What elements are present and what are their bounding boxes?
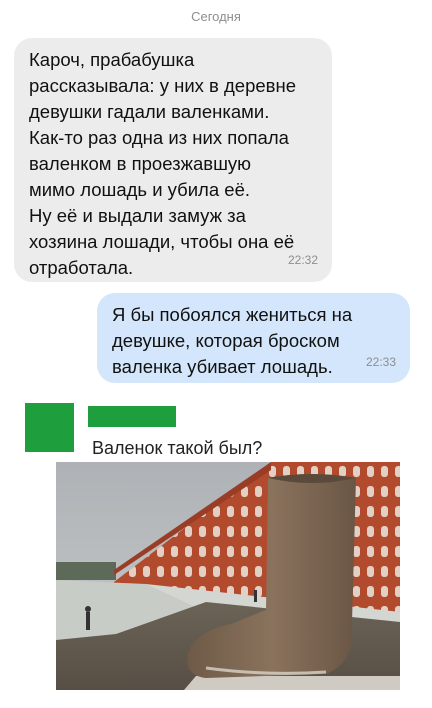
outgoing-message-bubble[interactable]: Я бы побоялся жениться на девушке, котор…	[97, 293, 410, 383]
date-divider: Сегодня	[191, 9, 241, 24]
message-line: отработала.	[29, 257, 134, 278]
message-line: девушки гадали валенками.	[29, 101, 270, 122]
message-line: Кароч, прабабушка	[29, 49, 195, 70]
incoming-message-bubble[interactable]: Кароч, прабабушка рассказывала: у них в …	[14, 38, 332, 282]
avatar[interactable]	[25, 403, 74, 452]
message-line: мимо лошадь и убила её.	[29, 179, 250, 200]
message-line: девушке, которая броском	[112, 330, 340, 351]
message-line: Ну её и выдали замуж за	[29, 205, 246, 226]
message-line: хозяина лошади, чтобы она её	[29, 231, 295, 252]
username-redaction[interactable]	[88, 406, 176, 427]
message-line: валенком в проезжавшую	[29, 153, 252, 174]
message-timestamp: 22:33	[365, 355, 396, 369]
message-timestamp: 22:32	[287, 253, 318, 267]
comment-text: Валенок такой был?	[92, 438, 263, 458]
message-line: Я бы побоялся жениться на	[112, 304, 353, 325]
attached-photo[interactable]	[56, 462, 400, 690]
message-line: валенка убивает лошадь.	[112, 356, 333, 377]
message-line: Как-то раз одна из них попала	[29, 127, 289, 148]
message-line: рассказывала: у них в деревне	[29, 75, 297, 96]
